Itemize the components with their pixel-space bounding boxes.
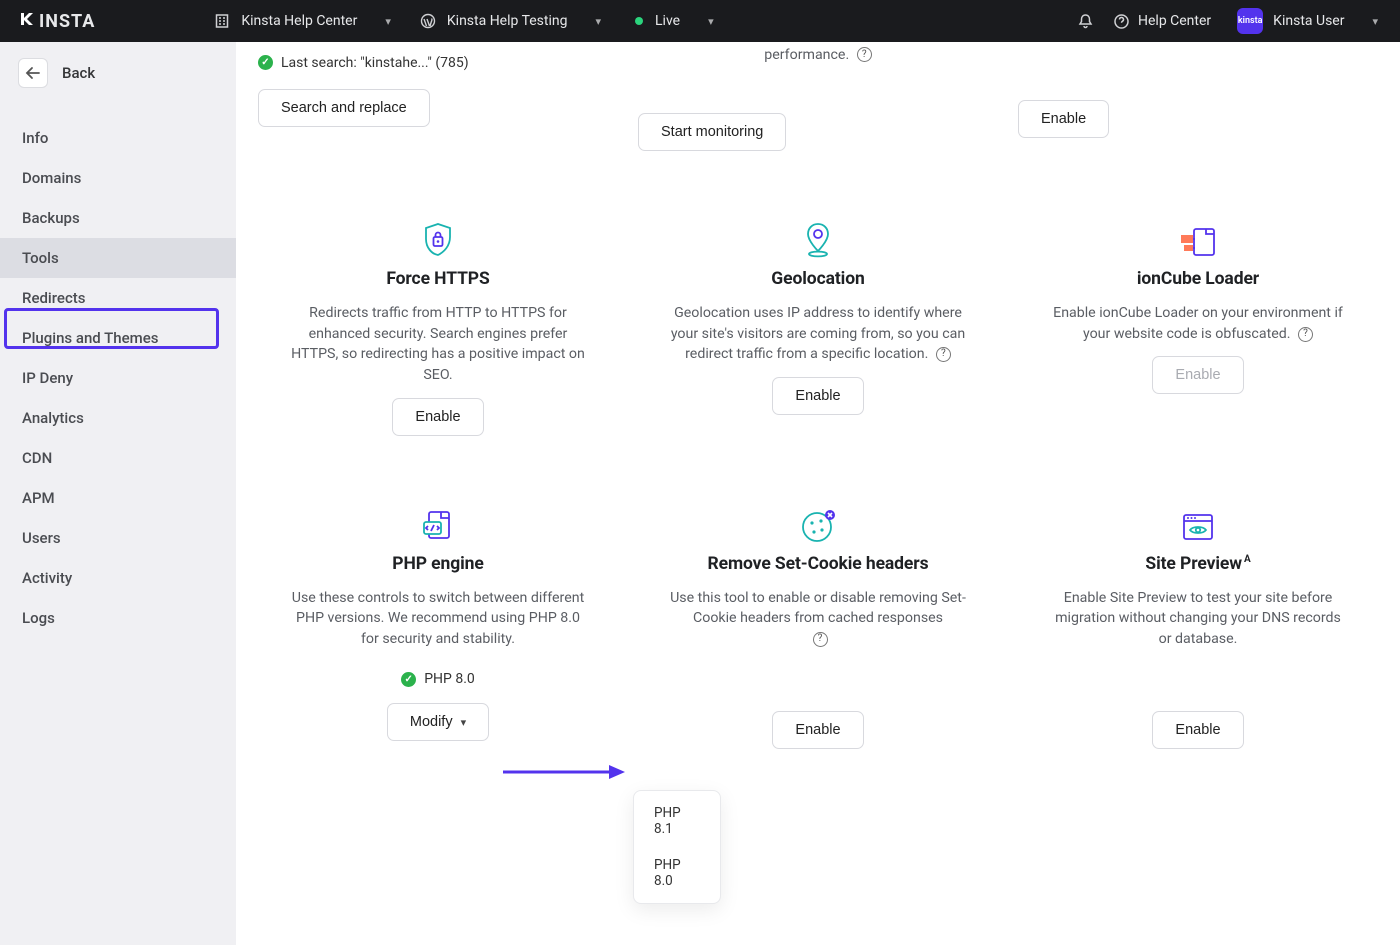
environment-dropdown[interactable]: Live ▾ xyxy=(627,7,722,35)
search-replace-button[interactable]: Search and replace xyxy=(258,89,430,127)
back-button[interactable] xyxy=(18,58,48,88)
help-icon[interactable]: ? xyxy=(857,47,872,62)
environment-label: Live xyxy=(655,13,680,29)
search-replace-status: ✓ Last search: "kinstahe..." (785) xyxy=(258,55,469,71)
sidebar: Back Info Domains Backups Tools Redirect… xyxy=(0,42,236,945)
annotation-arrow xyxy=(501,760,631,784)
card-description: Use this tool to enable or disable remov… xyxy=(668,588,968,650)
php-option-8-1[interactable]: PHP 8.1 xyxy=(634,795,720,847)
card-top-right: Enable xyxy=(1018,42,1378,151)
user-name: Kinsta User xyxy=(1273,13,1344,29)
enable-force-https-button[interactable]: Enable xyxy=(392,398,483,436)
php-option-8-0[interactable]: PHP 8.0 xyxy=(634,847,720,899)
sidebar-item-activity[interactable]: Activity xyxy=(0,558,236,598)
check-icon: ✓ xyxy=(258,55,273,70)
help-center-link[interactable]: Help Center xyxy=(1112,12,1211,30)
card-search-replace: plan. ✓ Last search: "kinstahe..." (785)… xyxy=(258,42,618,151)
bell-icon[interactable] xyxy=(1076,12,1094,30)
preview-icon xyxy=(1178,510,1218,544)
ioncube-icon xyxy=(1177,223,1219,259)
chevron-down-icon: ▾ xyxy=(1372,15,1378,28)
sidebar-item-domains[interactable]: Domains xyxy=(0,158,236,198)
wordpress-icon xyxy=(419,12,437,30)
sidebar-nav: Info Domains Backups Tools Redirects Plu… xyxy=(0,118,236,638)
card-title: ionCube Loader xyxy=(1137,269,1259,289)
map-pin-icon xyxy=(803,221,833,259)
help-icon[interactable]: ? xyxy=(1298,327,1313,342)
help-center-label: Help Center xyxy=(1138,13,1211,29)
card-description: Use these controls to switch between dif… xyxy=(288,588,588,650)
help-icon xyxy=(1112,12,1130,30)
sidebar-item-backups[interactable]: Backups xyxy=(0,198,236,238)
card-ioncube: ionCube Loader Enable ionCube Loader on … xyxy=(1018,213,1378,435)
card-description-fragment: your website. Use with care as it impact… xyxy=(638,42,998,65)
start-monitoring-button[interactable]: Start monitoring xyxy=(638,113,786,151)
card-description: Enable Site Preview to test your site be… xyxy=(1048,588,1348,650)
card-title: PHP engine xyxy=(392,554,483,574)
enable-site-preview-button[interactable]: Enable xyxy=(1152,711,1243,749)
card-force-https: Force HTTPS Redirects traffic from HTTP … xyxy=(258,213,618,435)
topbar: INSTA Kinsta Help Center ▾ Kinsta Help T… xyxy=(0,0,1400,42)
card-description: Redirects traffic from HTTP to HTTPS for… xyxy=(288,303,588,385)
help-icon[interactable]: ? xyxy=(813,632,828,647)
card-geolocation: Geolocation Geolocation uses IP address … xyxy=(638,213,998,435)
php-version-status: ✓ PHP 8.0 xyxy=(401,671,475,687)
sidebar-item-users[interactable]: Users xyxy=(0,518,236,558)
live-status-dot xyxy=(635,17,643,25)
enable-setcookie-button[interactable]: Enable xyxy=(772,711,863,749)
card-title: Force HTTPS xyxy=(386,269,489,289)
chevron-down-icon: ▾ xyxy=(461,716,467,729)
site-name: Kinsta Help Testing xyxy=(447,13,568,29)
check-icon: ✓ xyxy=(401,672,416,687)
sidebar-item-info[interactable]: Info xyxy=(0,118,236,158)
card-title: Remove Set-Cookie headers xyxy=(708,554,929,574)
company-name: Kinsta Help Center xyxy=(241,13,357,29)
main-content: plan. ✓ Last search: "kinstahe..." (785)… xyxy=(236,42,1400,945)
sidebar-item-plugins[interactable]: Plugins and Themes xyxy=(0,318,236,358)
card-description-fragment: plan. xyxy=(258,42,289,45)
cookie-icon xyxy=(799,508,837,544)
user-menu[interactable]: kinsta Kinsta User ▾ xyxy=(1229,2,1386,40)
back-label: Back xyxy=(62,64,95,82)
enable-button[interactable]: Enable xyxy=(1018,100,1109,138)
site-dropdown[interactable]: Kinsta Help Testing ▾ xyxy=(411,6,609,36)
card-php-engine: PHP engine Use these controls to switch … xyxy=(258,498,618,750)
help-icon[interactable]: ? xyxy=(936,347,951,362)
modify-php-button[interactable]: Modify▾ xyxy=(387,703,489,741)
sidebar-item-apm[interactable]: APM xyxy=(0,478,236,518)
card-remove-setcookie: Remove Set-Cookie headers Use this tool … xyxy=(638,498,998,750)
modify-php-popover: PHP 8.1 PHP 8.0 xyxy=(633,790,721,904)
sidebar-item-logs[interactable]: Logs xyxy=(0,598,236,638)
avatar: kinsta xyxy=(1237,8,1263,34)
card-title: Site PreviewA xyxy=(1145,554,1250,574)
card-title: Geolocation xyxy=(771,269,864,289)
sidebar-item-tools[interactable]: Tools xyxy=(0,238,236,278)
chevron-down-icon: ▾ xyxy=(708,15,714,28)
shield-lock-icon xyxy=(421,221,455,259)
sidebar-item-redirects[interactable]: Redirects xyxy=(0,278,236,318)
chevron-down-icon: ▾ xyxy=(595,15,601,28)
company-dropdown[interactable]: Kinsta Help Center ▾ xyxy=(205,6,399,36)
php-file-icon xyxy=(421,508,455,544)
building-icon xyxy=(213,12,231,30)
sidebar-item-ipdeny[interactable]: IP Deny xyxy=(0,358,236,398)
card-site-preview: Site PreviewA Enable Site Preview to tes… xyxy=(1018,498,1378,750)
card-description: Enable ionCube Loader on your environmen… xyxy=(1048,303,1348,344)
chevron-down-icon: ▾ xyxy=(385,15,391,28)
enable-geolocation-button[interactable]: Enable xyxy=(772,377,863,415)
kinsta-logo[interactable]: INSTA xyxy=(18,10,95,33)
sidebar-item-cdn[interactable]: CDN xyxy=(0,438,236,478)
sidebar-item-analytics[interactable]: Analytics xyxy=(0,398,236,438)
card-description: Geolocation uses IP address to identify … xyxy=(668,303,968,365)
card-monitoring: your website. Use with care as it impact… xyxy=(638,42,998,151)
enable-ioncube-button[interactable]: Enable xyxy=(1152,356,1243,394)
